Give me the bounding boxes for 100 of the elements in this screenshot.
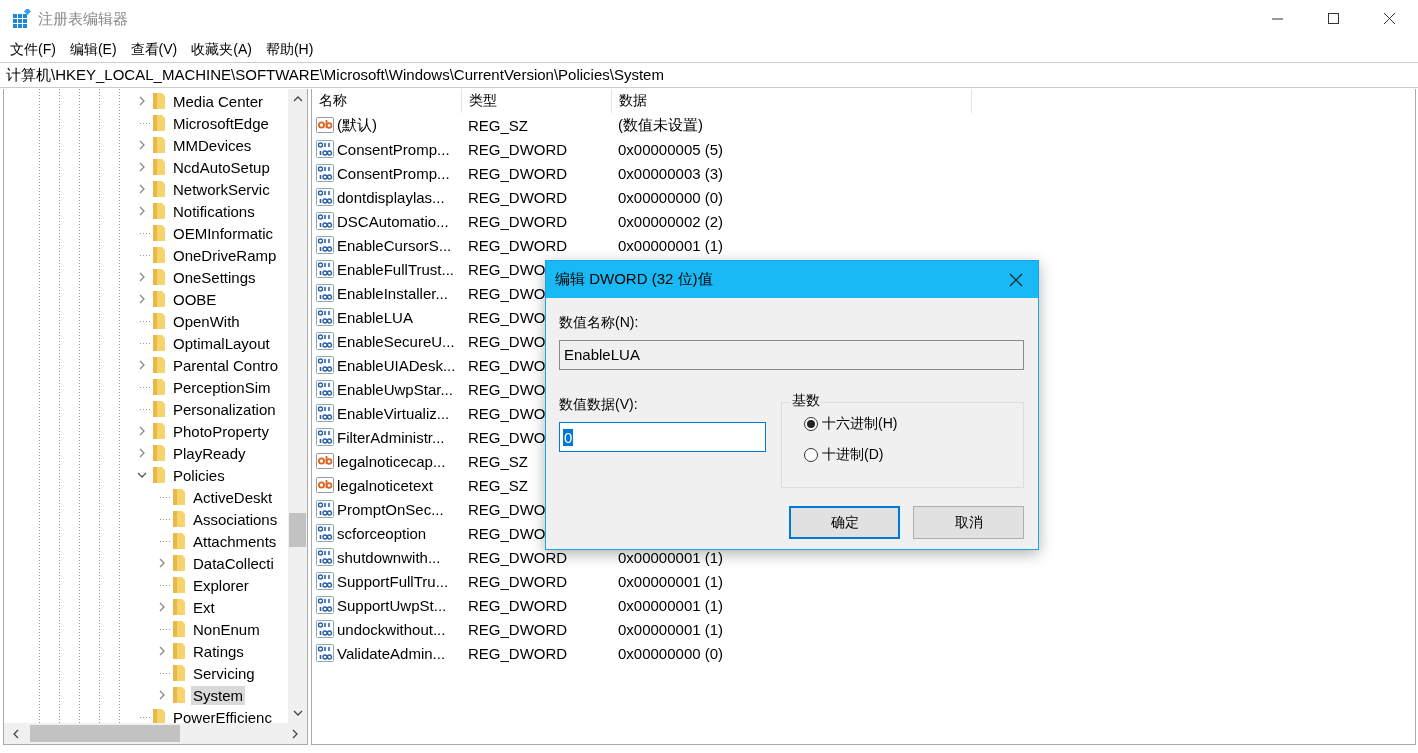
value-name[interactable]: legalnoticecap... <box>337 452 446 470</box>
value-name[interactable]: undockwithout... <box>337 620 446 638</box>
tree-item[interactable]: Attachments <box>191 531 279 551</box>
value-name[interactable]: EnableUIADesk... <box>337 356 456 374</box>
tree-item[interactable]: Ext <box>191 597 217 617</box>
binary-value-icon <box>316 140 334 158</box>
tree-item[interactable]: Ratings <box>191 641 246 661</box>
menu-item[interactable]: 编辑(E) <box>69 41 117 59</box>
menu-item[interactable]: 文件(F) <box>10 41 56 59</box>
menu-item[interactable]: 帮助(H) <box>265 41 314 59</box>
value-name[interactable]: shutdownwith... <box>337 548 441 566</box>
tree-item[interactable]: NcdAutoSetup <box>171 157 272 177</box>
value-name[interactable]: EnableInstaller... <box>337 284 448 302</box>
chevron-right-icon[interactable] <box>157 558 167 568</box>
value-name[interactable]: EnableCursorS... <box>337 236 452 254</box>
value-name[interactable]: EnableSecureU... <box>337 332 455 350</box>
tree-item[interactable]: System <box>191 685 245 705</box>
tree-item[interactable]: PowerEfficienc <box>171 707 274 723</box>
chevron-right-icon[interactable] <box>137 140 147 150</box>
ok-button[interactable]: 确定 <box>789 506 900 539</box>
chevron-down-icon[interactable] <box>137 470 147 480</box>
tree-item[interactable]: NetworkServic <box>171 179 272 199</box>
value-name[interactable]: EnableUwpStar... <box>337 380 453 398</box>
value-name[interactable]: (默认) <box>337 115 377 135</box>
column-header[interactable]: 名称 <box>312 89 462 113</box>
chevron-right-icon[interactable] <box>157 646 167 656</box>
column-header[interactable]: 类型 <box>462 89 612 113</box>
value-name[interactable]: EnableFullTrust... <box>337 260 454 278</box>
scroll-right-icon[interactable] <box>291 728 299 739</box>
chevron-right-icon[interactable] <box>137 206 147 216</box>
tree-item[interactable]: Notifications <box>171 201 257 221</box>
chevron-right-icon[interactable] <box>137 426 147 436</box>
tree-item[interactable]: OneDriveRamp <box>171 245 279 265</box>
tree-item[interactable]: NonEnum <box>191 619 262 639</box>
tree-item[interactable]: OpenWith <box>171 311 242 331</box>
tree-item[interactable]: Associations <box>191 509 280 529</box>
menu-item[interactable]: 收藏夹(A) <box>191 41 252 59</box>
scrollbar-thumb[interactable] <box>30 725 180 742</box>
value-name[interactable]: EnableLUA <box>337 308 413 326</box>
tree-item[interactable]: DataCollecti <box>191 553 276 573</box>
folder-icon <box>152 246 166 264</box>
value-name[interactable]: SupportFullTru... <box>337 572 449 590</box>
tree-item[interactable]: OneSettings <box>171 267 258 287</box>
cancel-button[interactable]: 取消 <box>913 506 1024 539</box>
radio-label[interactable]: 十六进制(H) <box>822 415 898 433</box>
tree-item[interactable]: Explorer <box>191 575 251 595</box>
chevron-right-icon[interactable] <box>157 602 167 612</box>
scroll-down-icon[interactable] <box>292 709 303 717</box>
scroll-up-icon[interactable] <box>292 95 303 103</box>
value-type: REG_DWO <box>468 308 546 326</box>
value-name[interactable]: ValidateAdmin... <box>337 644 446 662</box>
radio-button[interactable] <box>804 448 818 462</box>
chevron-right-icon[interactable] <box>137 272 147 282</box>
scroll-left-icon[interactable] <box>12 728 20 739</box>
vertical-scrollbar[interactable] <box>288 89 307 723</box>
value-name[interactable]: dontdisplaylas... <box>337 188 445 206</box>
folder-icon <box>152 114 166 132</box>
value-name[interactable]: FilterAdministr... <box>337 428 445 446</box>
value-name[interactable]: SupportUwpSt... <box>337 596 447 614</box>
address-field[interactable]: 计算机\HKEY_LOCAL_MACHINE\SOFTWARE\Microsoft\Windows\CurrentVersion\Policies\System <box>0 62 1418 88</box>
value-name-field[interactable]: EnableLUA <box>559 340 1024 370</box>
value-data: 0x00000000 (0) <box>618 644 724 662</box>
tree-item[interactable]: ActiveDeskt <box>191 487 275 507</box>
radio-button[interactable] <box>804 417 818 431</box>
tree-item[interactable]: Policies <box>171 465 227 485</box>
chevron-right-icon[interactable] <box>157 690 167 700</box>
value-name[interactable]: scforceoption <box>337 524 427 542</box>
tree-item[interactable]: OptimalLayout <box>171 333 272 353</box>
tree-item[interactable]: PhotoProperty <box>171 421 271 441</box>
value-name[interactable]: ConsentPromp... <box>337 164 450 182</box>
chevron-right-icon[interactable] <box>137 96 147 106</box>
value-name[interactable]: legalnoticetext <box>337 476 433 494</box>
column-header[interactable]: 数据 <box>612 89 972 113</box>
chevron-right-icon[interactable] <box>137 360 147 370</box>
folder-icon <box>152 708 166 723</box>
menu-item[interactable]: 查看(V) <box>130 41 178 59</box>
value-data-field[interactable]: 0 <box>559 422 766 452</box>
tree-item[interactable]: OEMInformatic <box>171 223 276 243</box>
tree-item[interactable]: PlayReady <box>171 443 248 463</box>
chevron-right-icon[interactable] <box>137 184 147 194</box>
tree-item[interactable]: Servicing <box>191 663 257 683</box>
value-name[interactable]: ConsentPromp... <box>337 140 450 158</box>
value-name[interactable]: EnableVirtualiz... <box>337 404 450 422</box>
tree-item[interactable]: MicrosoftEdge <box>171 113 271 133</box>
radio-label[interactable]: 十进制(D) <box>822 446 884 464</box>
tree-item[interactable]: Personalization <box>171 399 278 419</box>
tree-item[interactable]: MMDevices <box>171 135 254 155</box>
tree-item[interactable]: Media Center <box>171 91 266 111</box>
value-name[interactable]: PromptOnSec... <box>337 500 444 518</box>
tree-item[interactable]: PerceptionSim <box>171 377 273 397</box>
chevron-right-icon[interactable] <box>137 448 147 458</box>
horizontal-scrollbar[interactable] <box>4 723 307 744</box>
folder-icon <box>152 312 166 330</box>
scrollbar-thumb[interactable] <box>289 513 306 547</box>
chevron-right-icon[interactable] <box>137 294 147 304</box>
folder-icon <box>172 598 186 616</box>
chevron-right-icon[interactable] <box>137 162 147 172</box>
tree-item[interactable]: OOBE <box>171 289 219 309</box>
value-name[interactable]: DSCAutomatio... <box>337 212 449 230</box>
tree-item[interactable]: Parental Contro <box>171 355 281 375</box>
